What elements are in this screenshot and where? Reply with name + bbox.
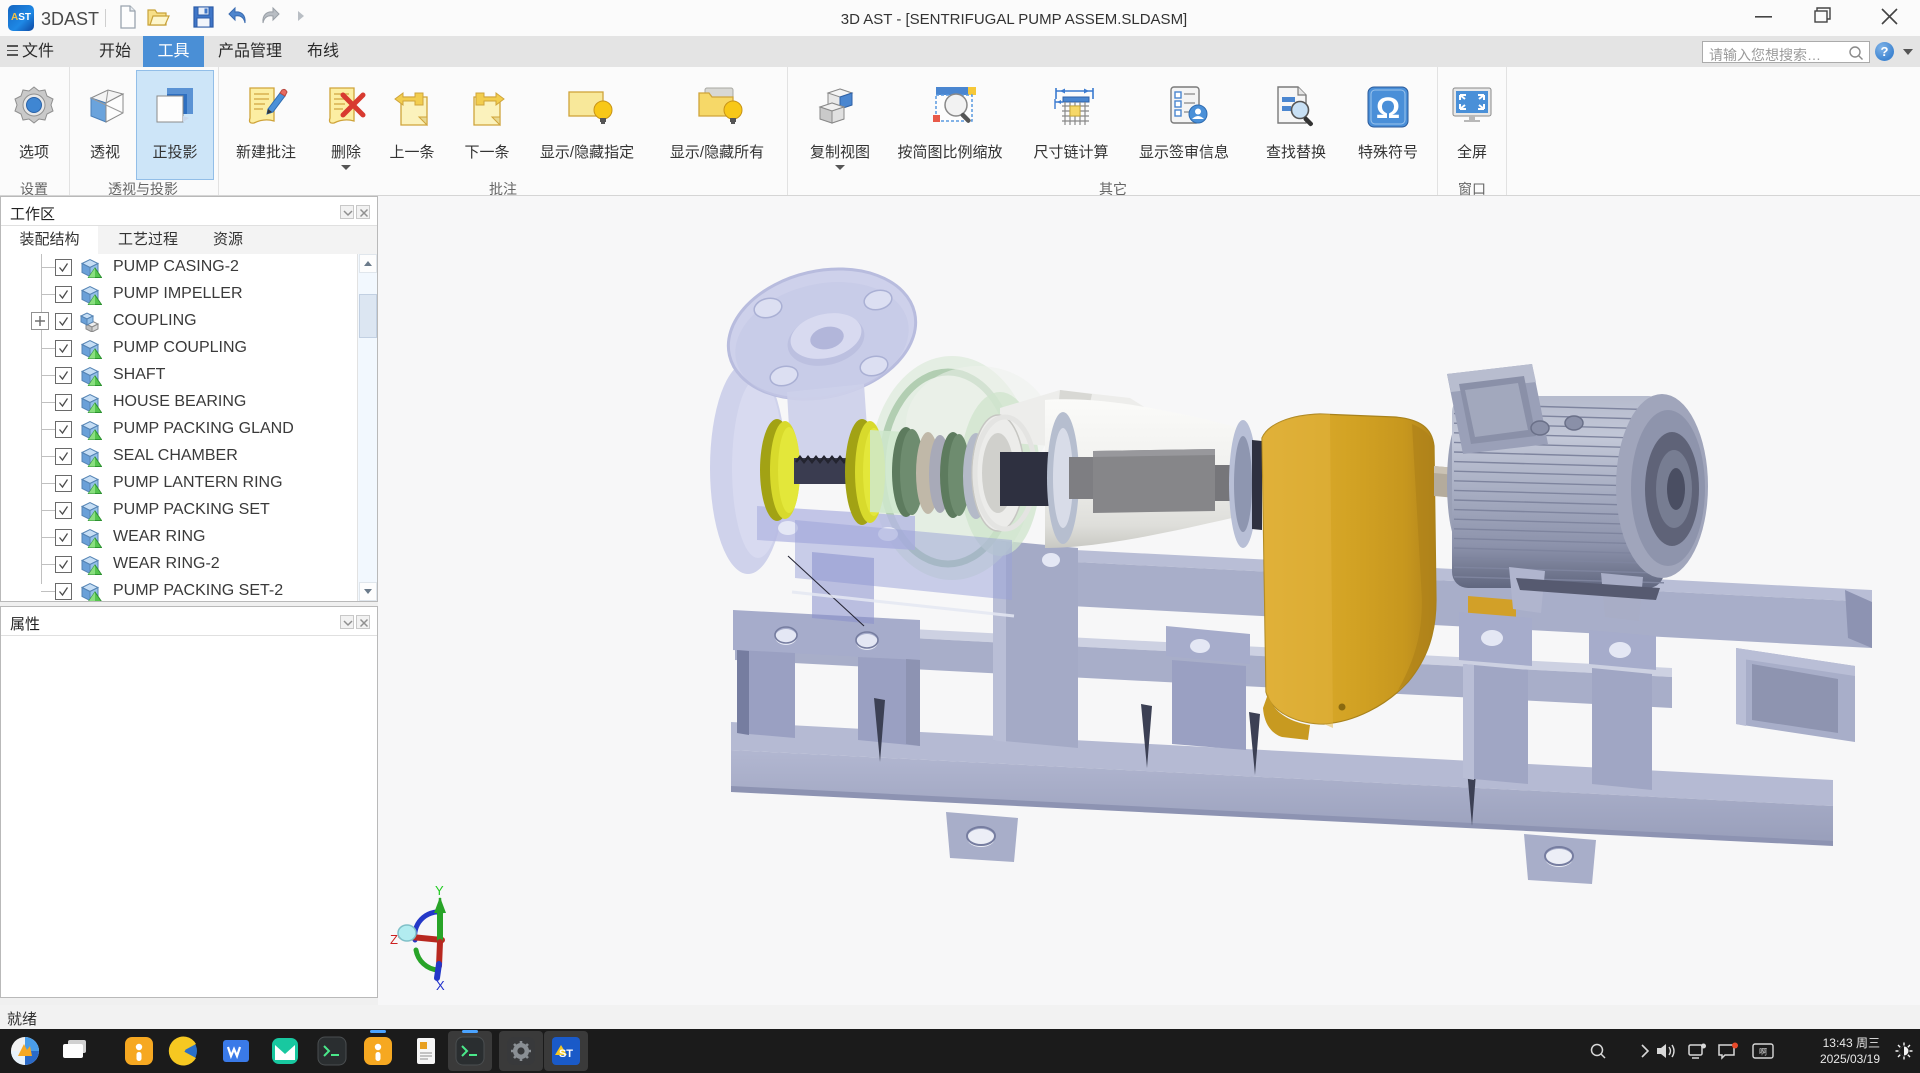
svg-text:啊: 啊 bbox=[1759, 1048, 1767, 1057]
svg-text:Ω: Ω bbox=[1376, 92, 1400, 125]
svg-text:X: X bbox=[436, 978, 445, 993]
svg-text:Y: Y bbox=[435, 883, 444, 898]
svg-text:ST: ST bbox=[559, 1048, 573, 1060]
svg-text:Z: Z bbox=[390, 932, 398, 947]
